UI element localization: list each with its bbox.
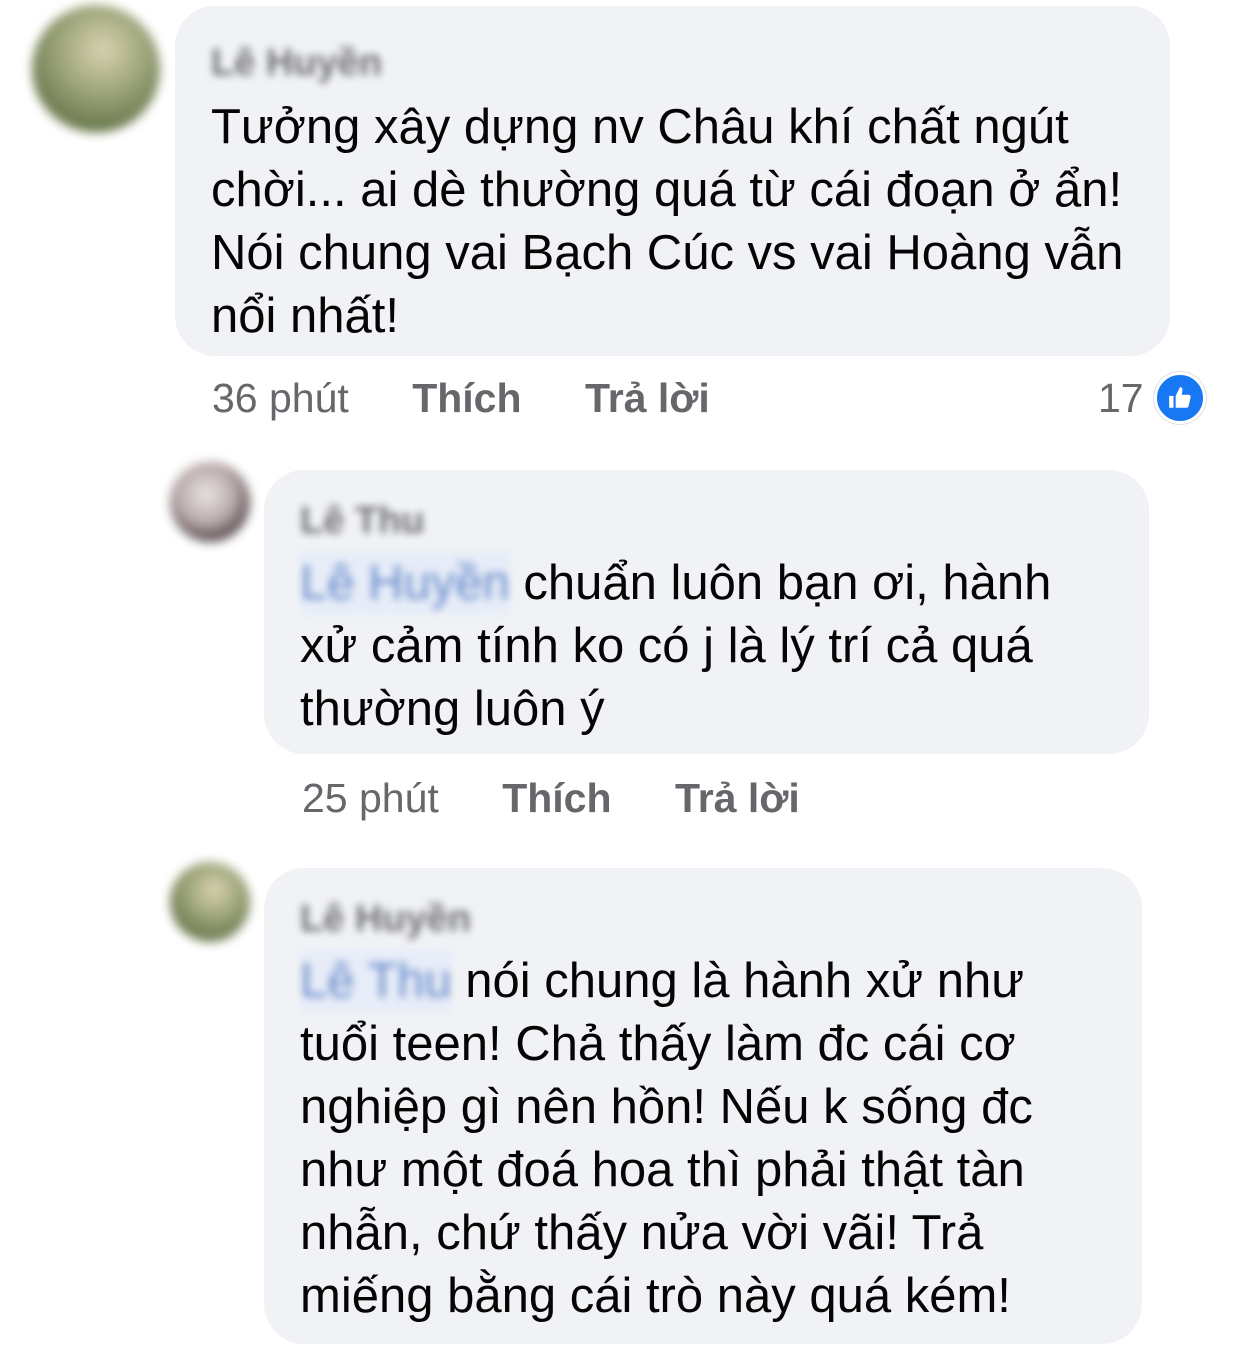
comment-text-block: Lê Huyền chuẩn luôn bạn ơi, hành xử cảm … — [300, 552, 1113, 741]
comment-time[interactable]: 25 phút — [302, 775, 439, 821]
comment-text: Tưởng xây dựng nv Châu khí chất ngút chờ… — [211, 100, 1124, 343]
comment-text-block: Lê Thu nói chung là hành xử như tuổi tee… — [300, 950, 1106, 1328]
comment-actions: 25 phút Thích Trả lời — [302, 778, 852, 819]
reply-button[interactable]: Trả lời — [675, 775, 800, 821]
like-button[interactable]: Thích — [412, 375, 521, 421]
comment-actions: 36 phút Thích Trả lời — [212, 378, 762, 419]
comment-bubble: Lê Huyền Tưởng xây dựng nv Châu khí chất… — [175, 6, 1170, 356]
avatar[interactable] — [170, 862, 250, 942]
reply-button[interactable]: Trả lời — [585, 375, 710, 421]
avatar[interactable] — [170, 462, 250, 542]
reaction-count-label: 17 — [1098, 374, 1144, 421]
avatar[interactable] — [32, 5, 160, 133]
reaction-count[interactable]: 17 — [1098, 372, 1206, 424]
mention-tag[interactable]: Lê Thu — [300, 950, 452, 1013]
comment-author[interactable]: Lê Thu — [300, 502, 425, 540]
like-button[interactable]: Thích — [502, 775, 611, 821]
comment-bubble: Lê Huyền Lê Thu nói chung là hành xử như… — [264, 868, 1142, 1344]
mention-tag[interactable]: Lê Huyền — [300, 552, 510, 615]
comment-author[interactable]: Lê Huyền — [211, 44, 382, 82]
comment-time[interactable]: 36 phút — [212, 375, 349, 421]
comment-bubble: Lê Thu Lê Huyền chuẩn luôn bạn ơi, hành … — [264, 470, 1149, 754]
comment-author[interactable]: Lê Huyền — [300, 900, 471, 938]
like-icon — [1153, 372, 1206, 424]
